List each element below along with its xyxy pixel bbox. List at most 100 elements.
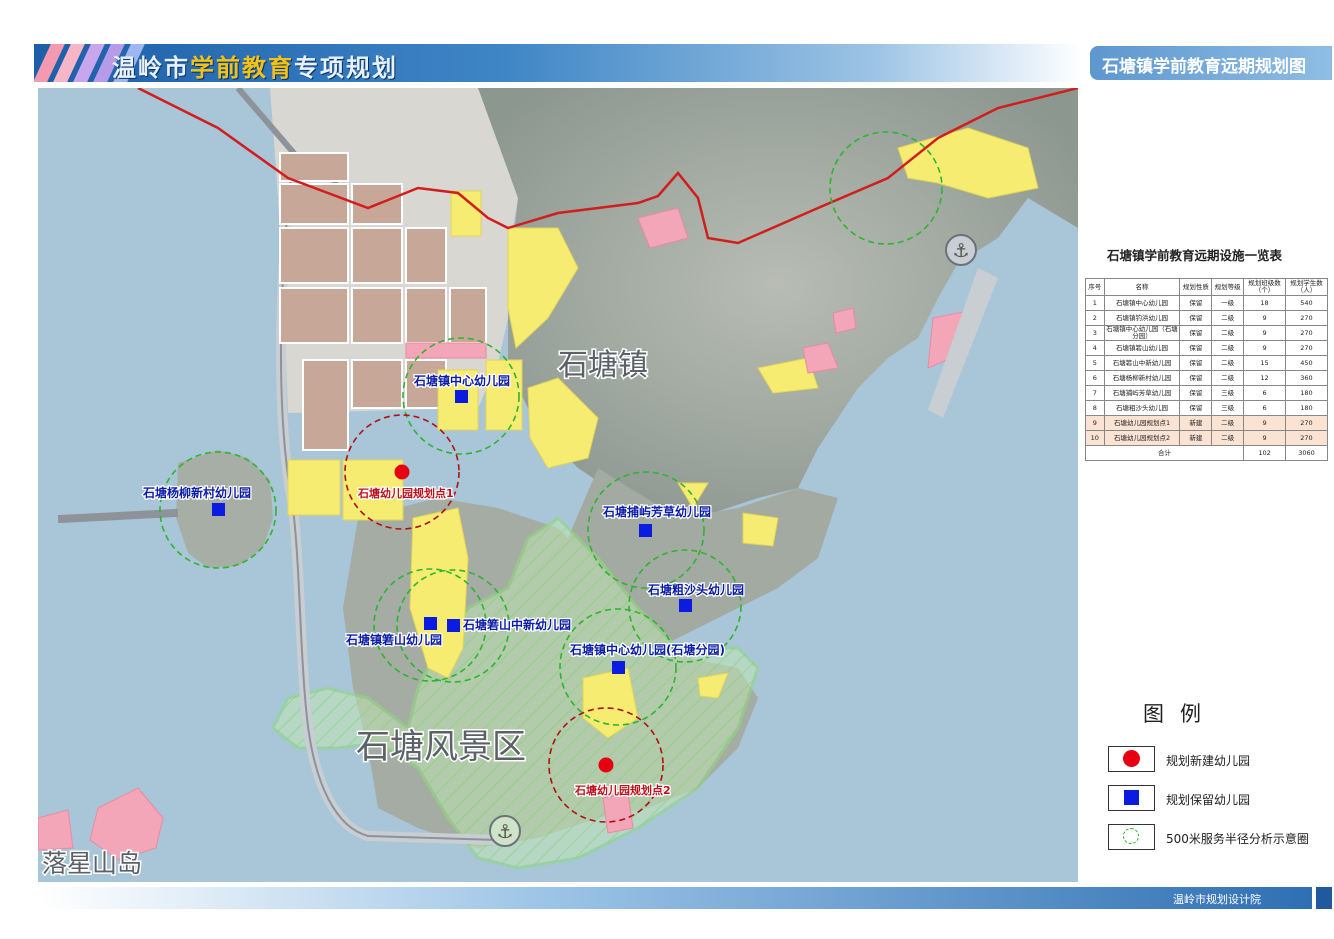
total-students: 3060 <box>1285 445 1328 461</box>
retained-kindergarten-marker[interactable] <box>639 524 652 537</box>
table-header-row: 序号 名称 规划性质 规划等级 规划班级数（个） 规划学生数（人） <box>1085 278 1328 296</box>
table-cell: 270 <box>1285 340 1328 356</box>
table-row: 2 石塘镇钓浜幼儿园 保留 二级 9 270 <box>1085 310 1328 326</box>
table-row: 9 石塘幼儿园规划点1 新建 二级 9 270 <box>1085 415 1328 431</box>
table-cell: 二级 <box>1211 355 1245 371</box>
table-cell: 270 <box>1285 310 1328 326</box>
legend-label-new: 规划新建幼儿园 <box>1166 754 1251 768</box>
footer-bar <box>40 887 1312 909</box>
document-title: 温岭市学前教育专项规划 <box>112 48 398 83</box>
map-canvas[interactable]: ⚓ ⚓ 石塘镇中心幼儿园 石塘杨柳新村幼儿园 石塘幼儿园规划点1 石塘捕屿芳草幼… <box>38 88 1078 882</box>
table-cell: 石塘箬山中新幼儿园 <box>1103 355 1181 371</box>
column-header: 规划性质 <box>1179 278 1213 296</box>
table-cell: 二级 <box>1211 325 1245 341</box>
table-row: 1 石塘镇中心幼儿园 保留 一级 18 540 <box>1085 295 1328 311</box>
table-total-row: 合计 102 3060 <box>1084 445 1328 461</box>
table-cell: 4 <box>1085 340 1105 356</box>
table-cell: 保留 <box>1179 370 1213 386</box>
table-cell: 石塘粗沙头幼儿园 <box>1103 400 1181 416</box>
table-body: 1 石塘镇中心幼儿园 保留 一级 18 540 2 石塘镇钓浜幼儿园 保留 二级 9 270 3 石塘镇中… <box>1084 295 1328 461</box>
svg-text:⚓: ⚓ <box>952 240 969 262</box>
facility-label: 石塘镇中心幼儿园 <box>413 373 510 388</box>
table-cell: 保留 <box>1179 400 1213 416</box>
table-cell: 6 <box>1243 385 1286 401</box>
scenic-area-label: 石塘风景区 <box>356 727 526 767</box>
retained-kindergarten-marker[interactable] <box>447 619 460 632</box>
table-row: 4 石塘镇箬山幼儿园 保留 二级 9 270 <box>1085 340 1328 356</box>
retained-kindergarten-marker[interactable] <box>612 661 625 674</box>
table-cell: 2 <box>1085 310 1105 326</box>
table-cell: 保留 <box>1179 340 1213 356</box>
table-cell: 450 <box>1285 355 1328 371</box>
column-header: 规划等级 <box>1211 278 1245 296</box>
facility-label: 石塘镇中心幼儿园(石塘分园) <box>569 642 725 657</box>
total-label: 合计 <box>1084 445 1245 461</box>
table-cell: 270 <box>1285 415 1328 431</box>
title-plan: 专项规划 <box>294 54 398 82</box>
facility-label: 石塘幼儿园规划点1 <box>357 486 454 500</box>
table-cell: 一级 <box>1211 295 1245 311</box>
table-cell: 石塘捕屿芳草幼儿园 <box>1103 385 1181 401</box>
dashed-circle-icon <box>1123 828 1139 844</box>
table-cell: 9 <box>1243 340 1286 356</box>
new-kindergarten-marker[interactable] <box>394 464 410 480</box>
table-cell: 180 <box>1285 385 1328 401</box>
table-cell: 二级 <box>1211 370 1245 386</box>
anchor-icon: ⚓ <box>945 234 977 266</box>
table-row: 6 石塘杨柳新村幼儿园 保留 二级 12 360 <box>1085 370 1328 386</box>
table-cell: 18 <box>1243 295 1286 311</box>
map-svg: ⚓ ⚓ 石塘镇中心幼儿园 石塘杨柳新村幼儿园 石塘幼儿园规划点1 石塘捕屿芳草幼… <box>38 88 1078 882</box>
table-cell: 保留 <box>1179 355 1213 371</box>
table-row: 7 石塘捕屿芳草幼儿园 保留 三级 6 180 <box>1085 385 1328 401</box>
table-cell: 1 <box>1085 295 1105 311</box>
table-cell: 保留 <box>1179 295 1213 311</box>
new-kindergarten-marker[interactable] <box>598 757 614 773</box>
retained-kindergarten-marker[interactable] <box>212 503 225 516</box>
table-cell: 石塘镇中心幼儿园 <box>1103 295 1181 311</box>
retained-kindergarten-marker[interactable] <box>455 390 468 403</box>
table-cell: 二级 <box>1211 430 1245 446</box>
map-title: 石塘镇学前教育远期规划图 <box>1102 57 1306 77</box>
title-city: 温岭市 <box>112 54 190 82</box>
table-row: 10 石塘幼儿园规划点2 新建 二级 9 270 <box>1085 430 1328 446</box>
table-cell: 6 <box>1085 370 1105 386</box>
table-cell: 9 <box>1243 310 1286 326</box>
table-cell: 三级 <box>1211 400 1245 416</box>
table-row: 3 石塘镇中心幼儿园（石塘分园） 保留 二级 9 270 <box>1085 325 1328 341</box>
table-row: 5 石塘箬山中新幼儿园 保留 二级 15 450 <box>1085 355 1328 371</box>
table-row: 8 石塘粗沙头幼儿园 保留 三级 6 180 <box>1085 400 1328 416</box>
retained-kindergarten-marker[interactable] <box>424 617 437 630</box>
retained-kindergarten-marker[interactable] <box>679 599 692 612</box>
table-cell: 石塘幼儿园规划点2 <box>1103 430 1181 446</box>
table-cell: 180 <box>1285 400 1328 416</box>
legend-label-retained: 规划保留幼儿园 <box>1166 793 1251 807</box>
column-header: 名称 <box>1103 278 1181 296</box>
town-label: 石塘镇 <box>558 348 648 383</box>
footer-end-block <box>1316 887 1332 909</box>
facility-label: 石塘镇箬山幼儿园 <box>345 632 442 647</box>
table-cell: 5 <box>1085 355 1105 371</box>
title-subject: 学前教育 <box>190 54 294 82</box>
table-cell: 9 <box>1243 415 1286 431</box>
facility-label: 石塘粗沙头幼儿园 <box>647 582 744 597</box>
red-dot-icon <box>1123 750 1140 767</box>
table-cell: 360 <box>1285 370 1328 386</box>
island-label: 落星山岛 <box>42 849 142 878</box>
table-cell: 9 <box>1243 430 1286 446</box>
table-cell: 三级 <box>1211 385 1245 401</box>
table-cell: 540 <box>1285 295 1328 311</box>
facility-label: 石塘幼儿园规划点2 <box>574 783 671 797</box>
table-cell: 保留 <box>1179 325 1213 341</box>
legend-swatch-retained <box>1108 785 1155 811</box>
table-cell: 3 <box>1085 325 1105 341</box>
column-header: 序号 <box>1085 278 1105 296</box>
table-cell: 6 <box>1243 400 1286 416</box>
table-cell: 9 <box>1085 415 1105 431</box>
total-classes: 102 <box>1243 445 1286 461</box>
svg-text:⚓: ⚓ <box>496 821 513 843</box>
footer-organization: 温岭市规划设计院 <box>1173 893 1261 906</box>
facility-label: 石塘箬山中新幼儿园 <box>462 617 571 632</box>
anchor-icon: ⚓ <box>489 815 521 847</box>
legend-label-radius: 500米服务半径分析示意圈 <box>1166 832 1309 846</box>
table-cell: 二级 <box>1211 340 1245 356</box>
